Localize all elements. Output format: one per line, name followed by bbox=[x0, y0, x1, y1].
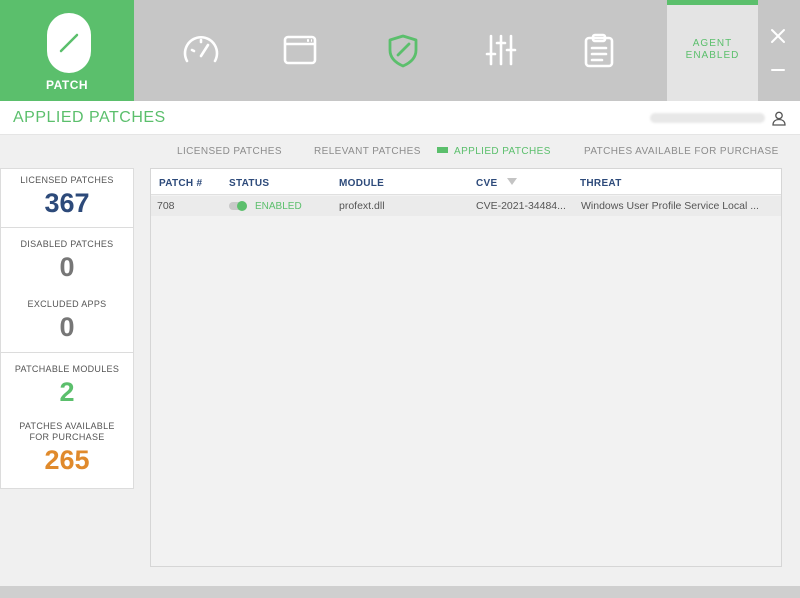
agent-status-panel[interactable]: AGENT ENABLED bbox=[667, 0, 758, 101]
gauge-icon[interactable] bbox=[181, 30, 221, 70]
column-header-patch[interactable]: PATCH # bbox=[159, 178, 202, 189]
tab-relevant-patches[interactable]: RELEVANT PATCHES bbox=[314, 146, 421, 157]
stat-licensed-patches[interactable]: LICENSED PATCHES 367 bbox=[1, 169, 133, 228]
user-name-redacted bbox=[650, 113, 765, 123]
active-tab-marker bbox=[437, 147, 448, 153]
column-header-status[interactable]: STATUS bbox=[229, 178, 269, 189]
stat-value: 2 bbox=[59, 377, 75, 407]
stat-value: 265 bbox=[44, 445, 90, 475]
sliders-icon[interactable] bbox=[481, 30, 521, 70]
page-title: APPLIED PATCHES bbox=[13, 109, 166, 126]
stat-label: PATCHES AVAILABLE FOR PURCHASE bbox=[19, 421, 115, 442]
patch-filter-tabs: LICENSED PATCHES RELEVANT PATCHES APPLIE… bbox=[150, 146, 790, 160]
close-icon[interactable] bbox=[764, 22, 792, 50]
stats-panel: LICENSED PATCHES 367 DISABLED PATCHES 0 … bbox=[0, 168, 134, 489]
tab-applied-patches[interactable]: APPLIED PATCHES bbox=[437, 146, 551, 157]
stat-label: PATCHABLE MODULES bbox=[14, 364, 120, 374]
clipboard-icon[interactable] bbox=[579, 30, 619, 70]
patch-logo-icon bbox=[47, 13, 91, 73]
stat-patches-available[interactable]: PATCHES AVAILABLE FOR PURCHASE 265 bbox=[1, 411, 133, 489]
stat-excluded-apps[interactable]: EXCLUDED APPS 0 bbox=[1, 288, 133, 353]
patch-home-button[interactable]: PATCH bbox=[0, 0, 134, 101]
tab-patches-for-purchase[interactable]: PATCHES AVAILABLE FOR PURCHASE bbox=[584, 146, 779, 157]
stat-disabled-patches[interactable]: DISABLED PATCHES 0 bbox=[1, 228, 133, 288]
user-icon[interactable] bbox=[771, 110, 787, 126]
stat-label: DISABLED PATCHES bbox=[20, 239, 114, 249]
applied-patches-table: PATCH # STATUS MODULE CVE THREAT 708 ENA… bbox=[150, 168, 782, 567]
stat-value: 367 bbox=[44, 188, 90, 218]
page-header: APPLIED PATCHES bbox=[0, 101, 800, 135]
cell-patch: 708 bbox=[157, 200, 175, 212]
cell-status: ENABLED bbox=[255, 201, 302, 212]
top-nav-bar: PATCH AGENT ENABLED bbox=[0, 0, 800, 101]
table-row[interactable]: 708 ENABLED profext.dll CVE-2021-34484..… bbox=[151, 196, 781, 216]
cell-threat: Windows User Profile Service Local ... bbox=[581, 200, 759, 212]
tab-licensed-patches[interactable]: LICENSED PATCHES bbox=[177, 146, 282, 157]
status-bar bbox=[0, 586, 800, 598]
minimize-icon[interactable] bbox=[764, 56, 792, 84]
agent-status-text: AGENT ENABLED bbox=[685, 38, 740, 61]
table-header: PATCH # STATUS MODULE CVE THREAT bbox=[151, 169, 781, 195]
stat-value: 0 bbox=[59, 252, 75, 282]
column-header-cve-label: CVE bbox=[476, 178, 498, 189]
tab-applied-patches-label: APPLIED PATCHES bbox=[454, 146, 551, 157]
cell-cve: CVE-2021-34484... bbox=[476, 200, 566, 212]
stat-label: EXCLUDED APPS bbox=[27, 299, 107, 309]
stat-label: LICENSED PATCHES bbox=[20, 175, 114, 185]
brand-label: PATCH bbox=[45, 78, 89, 92]
status-toggle[interactable] bbox=[229, 201, 247, 211]
cell-module: profext.dll bbox=[339, 200, 385, 212]
browser-window-icon[interactable] bbox=[280, 30, 320, 70]
stat-patchable-modules[interactable]: PATCHABLE MODULES 2 bbox=[1, 353, 133, 411]
column-header-threat[interactable]: THREAT bbox=[580, 178, 622, 189]
column-header-module[interactable]: MODULE bbox=[339, 178, 384, 189]
sort-desc-icon bbox=[506, 178, 517, 185]
shield-icon[interactable] bbox=[383, 30, 423, 70]
column-header-cve[interactable]: CVE bbox=[476, 178, 517, 189]
stat-value: 0 bbox=[59, 312, 75, 342]
